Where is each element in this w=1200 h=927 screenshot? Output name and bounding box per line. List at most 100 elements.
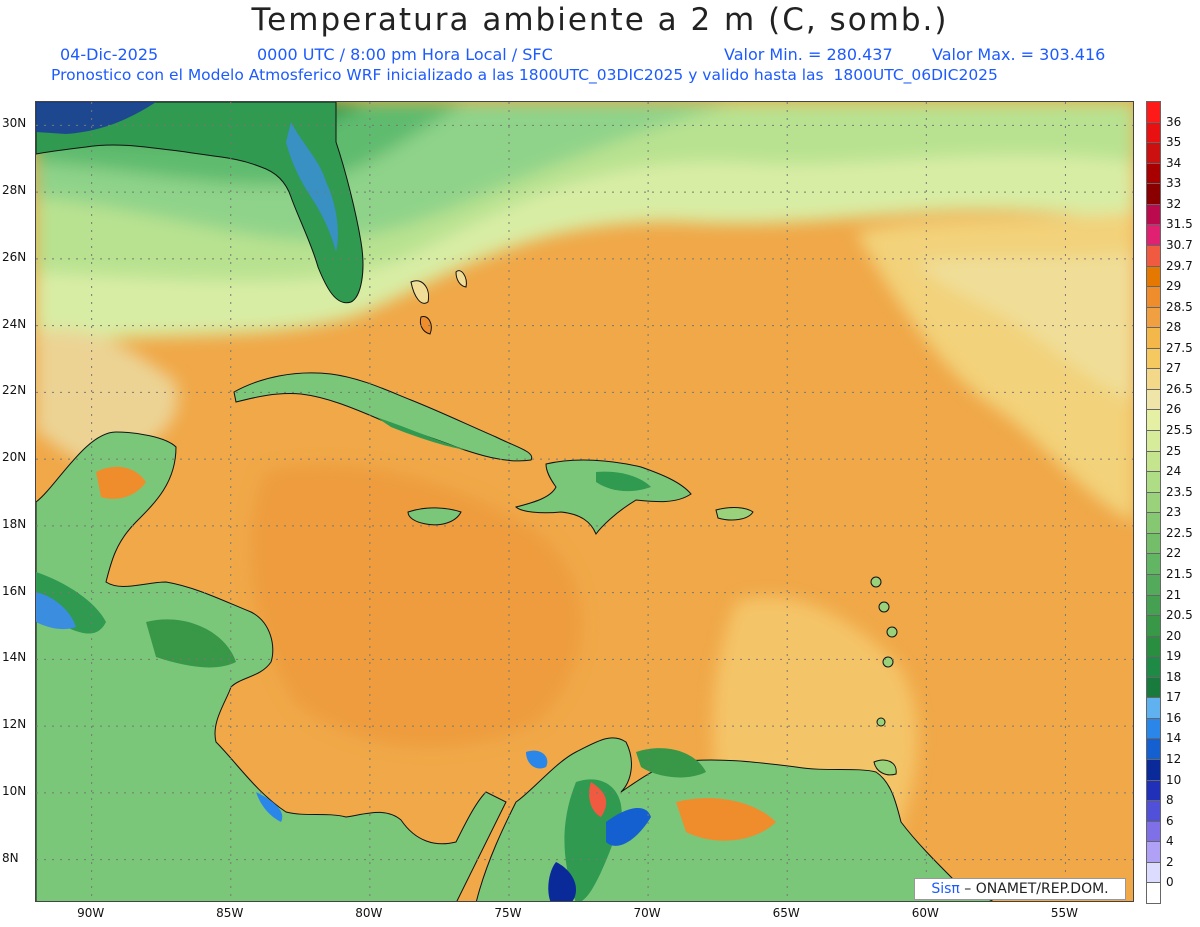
lat-label: 26N	[2, 249, 27, 264]
colorbar-swatch	[1146, 882, 1161, 904]
colorbar-label: 26.5	[1166, 381, 1193, 396]
colorbar-label: 27.5	[1166, 340, 1193, 355]
colorbar-label: 12	[1166, 752, 1182, 767]
colorbar-label: 33	[1166, 176, 1182, 191]
colorbar-swatch	[1146, 286, 1161, 308]
colorbar-swatch	[1146, 450, 1161, 473]
lat-label: 14N	[2, 650, 27, 665]
lat-label: 10N	[2, 783, 27, 798]
lon-label: 70W	[633, 906, 661, 920]
colorbar-swatch	[1146, 738, 1161, 761]
lat-label: 20N	[2, 450, 27, 465]
colorbar-swatch	[1146, 121, 1161, 144]
lat-label: 28N	[2, 183, 27, 198]
colorbar-swatch	[1146, 327, 1161, 349]
colorbar-swatch	[1146, 717, 1161, 740]
colorbar-label: 14	[1166, 731, 1182, 746]
colorbar-swatch	[1146, 841, 1161, 863]
colorbar-label: 29.7	[1166, 258, 1193, 273]
colorbar-label: 29	[1166, 279, 1182, 294]
colorbar-label: 26	[1166, 402, 1182, 417]
colorbar-label: 8	[1166, 793, 1174, 808]
colorbar-label: 18	[1166, 669, 1182, 684]
colorbar-swatch	[1146, 203, 1161, 226]
colorbar-label: 23	[1166, 505, 1182, 520]
colorbar-label: 16	[1166, 710, 1182, 725]
colorbar-swatch	[1146, 615, 1161, 637]
colorbar-swatch	[1146, 409, 1161, 432]
colorbar-swatch	[1146, 347, 1161, 370]
colorbar-swatch	[1146, 573, 1161, 596]
colorbar-label: 24	[1166, 464, 1182, 479]
lon-label: 80W	[355, 906, 383, 920]
colorbar-swatch	[1146, 697, 1161, 719]
colorbar-swatch	[1146, 183, 1161, 205]
lon-label: 65W	[772, 906, 800, 920]
forecast-time: 0000 UTC / 8:00 pm Hora Local / SFC	[257, 45, 553, 64]
colorbar-label: 31.5	[1166, 217, 1193, 232]
colorbar-label: 28.5	[1166, 299, 1193, 314]
colorbar-label: 23.5	[1166, 484, 1193, 499]
colorbar-label: 27	[1166, 361, 1182, 376]
temperature-map[interactable]	[35, 101, 1134, 902]
map-canvas	[36, 102, 1133, 901]
colorbar-label: 28	[1166, 320, 1182, 335]
colorbar-swatch	[1146, 142, 1161, 164]
colorbar-swatch	[1146, 244, 1161, 267]
colorbar-label: 21.5	[1166, 566, 1193, 581]
colorbar-label: 21	[1166, 587, 1182, 602]
colorbar-swatch	[1146, 471, 1161, 493]
colorbar-swatch	[1146, 553, 1161, 575]
colorbar-label: 34	[1166, 155, 1182, 170]
colorbar-swatch	[1146, 512, 1161, 534]
colorbar-label: 32	[1166, 196, 1182, 211]
colorbar-label: 2	[1166, 854, 1174, 869]
lat-label: 16N	[2, 583, 27, 598]
colorbar-label: 10	[1166, 772, 1182, 787]
colorbar-swatch	[1146, 491, 1161, 514]
colorbar-swatch	[1146, 759, 1161, 781]
map-title: Temperatura ambiente a 2 m (C, somb.)	[251, 2, 949, 38]
max-value-label: Valor Max. = 303.416	[932, 45, 1106, 64]
colorbar-swatch	[1146, 656, 1161, 678]
lat-label: 24N	[2, 316, 27, 331]
colorbar-label: 25	[1166, 443, 1182, 458]
colorbar-swatch	[1146, 430, 1161, 452]
lon-label: 55W	[1050, 906, 1078, 920]
colorbar-swatch	[1146, 861, 1161, 884]
colorbar-label: 22.5	[1166, 525, 1193, 540]
colorbar-label: 22	[1166, 546, 1182, 561]
lat-label: 30N	[2, 116, 27, 131]
colorbar-label: 4	[1166, 834, 1174, 849]
colorbar-swatch	[1146, 676, 1161, 699]
colorbar-swatch	[1146, 101, 1161, 123]
colorbar-swatch	[1146, 800, 1161, 822]
colorbar-swatch	[1146, 306, 1161, 329]
forecast-date: 04-Dic-2025	[60, 45, 159, 64]
colorbar-swatch	[1146, 820, 1161, 843]
colorbar-label: 6	[1166, 813, 1174, 828]
credit-org: – ONAMET/REP.DOM.	[959, 881, 1109, 897]
colorbar-swatch	[1146, 594, 1161, 617]
lon-label: 90W	[77, 906, 105, 920]
colorbar-swatch	[1146, 265, 1161, 288]
lon-label: 75W	[494, 906, 522, 920]
colorbar-label: 17	[1166, 690, 1182, 705]
lon-label: 60W	[911, 906, 939, 920]
colorbar-swatch	[1146, 532, 1161, 555]
colorbar-swatch	[1146, 635, 1161, 658]
colorbar-label: 20.5	[1166, 608, 1193, 623]
sispi-logo-text: Sisπ	[931, 881, 960, 897]
lat-label: 22N	[2, 383, 27, 398]
colorbar-label: 19	[1166, 649, 1182, 664]
colorbar-swatch	[1146, 224, 1161, 246]
lat-label: 18N	[2, 516, 27, 531]
colorbar-swatch	[1146, 162, 1161, 185]
colorbar-label: 30.7	[1166, 237, 1193, 252]
model-info: Pronostico con el Modelo Atmosferico WRF…	[51, 66, 998, 84]
colorbar-label: 0	[1166, 875, 1174, 890]
min-value-label: Valor Min. = 280.437	[724, 45, 893, 64]
lon-label: 85W	[216, 906, 244, 920]
lat-label: 8N	[2, 850, 19, 865]
colorbar-label: 36	[1166, 114, 1182, 129]
